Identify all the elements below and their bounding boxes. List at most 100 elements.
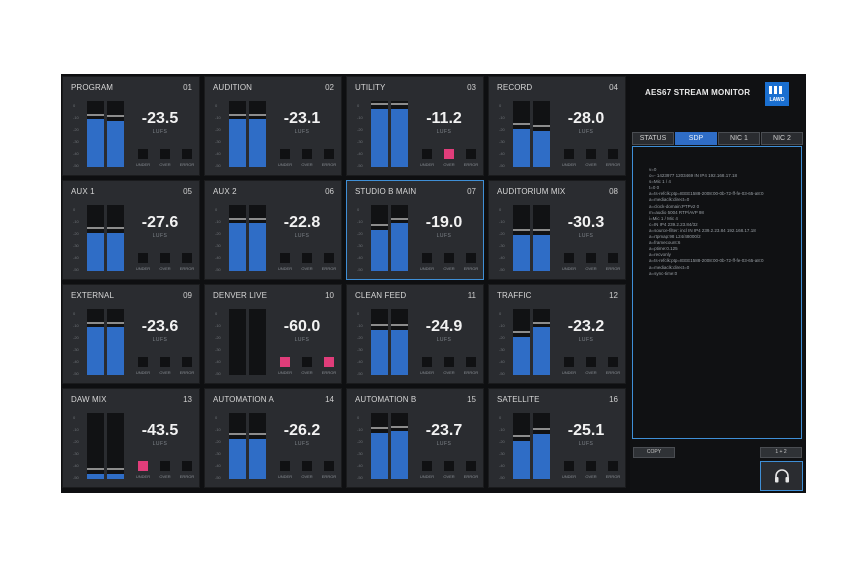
under-indicator-label: UNDER [419,370,435,375]
peak-hold-marker [513,330,530,333]
headphones-button[interactable] [760,461,803,491]
loudness-value: -24.9 [425,318,463,335]
error-indicator-label: ERROR [179,370,195,375]
loudness-unit: LUFS [578,441,594,447]
scale-tick-label: -40 [499,463,505,468]
peak-hold-marker [371,224,388,227]
peak-hold-marker [229,113,246,116]
error-indicator [466,149,476,159]
error-indicator [182,357,192,367]
meter-tile-program[interactable]: PROGRAM 01 0 -10 -20 -30 -40 -50 -23.5 LUFS UNDER O… [62,76,200,176]
scale-tick-label: -50 [357,371,363,376]
channel-select-button[interactable]: 1 + 2 [760,447,802,458]
meter-tile-external[interactable]: EXTERNAL 09 0 -10 -20 -30 -40 -50 -23.6 LUFS UNDER… [62,284,200,384]
over-indicator-label: OVER [301,370,313,375]
level-meter-fill [107,120,124,167]
error-indicator-label: ERROR [179,162,195,167]
level-meter-1 [229,101,246,167]
meter-tile-clean-feed[interactable]: CLEAN FEED 11 0 -10 -20 -30 -40 -50 -24.9 LUFS UND… [346,284,484,384]
level-meter-fill [371,330,388,375]
meter-tile-automation-b[interactable]: AUTOMATION B 15 0 -10 -20 -30 -40 -50 -23.7 LUFS U… [346,388,484,488]
level-meter-fill [391,431,408,479]
meter-scale: 0 -10 -20 -30 -40 -50 [215,103,223,168]
level-meter-fill [513,234,530,271]
under-indicator-label: UNDER [277,370,293,375]
level-meter-1 [371,101,388,167]
meter-tile-aux-1[interactable]: AUX 1 05 0 -10 -20 -30 -40 -50 -27.6 LUFS UNDER OVE… [62,180,200,280]
error-indicator [608,149,618,159]
over-indicator [444,253,454,263]
under-indicator-label: UNDER [419,474,435,479]
error-indicator [608,461,618,471]
peak-hold-marker [533,321,550,324]
copy-button[interactable]: COPY [633,447,675,458]
meter-tile-record[interactable]: RECORD 04 0 -10 -20 -30 -40 -50 -28.0 LUFS UNDER OV… [488,76,626,176]
meter-tile-aux-2[interactable]: AUX 2 06 0 -10 -20 -30 -40 -50 -22.8 LUFS UNDER OVE… [204,180,342,280]
meter-tile-utility[interactable]: UTILITY 03 0 -10 -20 -30 -40 -50 -11.2 LUFS UNDER O… [346,76,484,176]
meter-tile-auditorium-mix[interactable]: AUDITORIUM MIX 08 0 -10 -20 -30 -40 -50 -30.3 LUF… [488,180,626,280]
over-indicator-label: OVER [301,266,313,271]
tab-nic-1[interactable]: NIC 1 [718,132,760,145]
over-indicator-label: OVER [585,370,597,375]
meter-tile-traffic[interactable]: TRAFFIC 12 0 -10 -20 -30 -40 -50 -23.2 LUFS UNDER O… [488,284,626,384]
over-indicator [586,253,596,263]
under-indicator [422,253,432,263]
tile-name: DENVER LIVE [213,291,268,300]
over-indicator-label: OVER [443,162,455,167]
tab-nic-2[interactable]: NIC 2 [761,132,803,145]
scale-tick-label: -10 [499,115,505,120]
tab-status[interactable]: STATUS [632,132,674,145]
over-indicator-label: OVER [159,474,171,479]
sdp-text-area[interactable]: v=0 o=- 1423977 1203469 IN IP4 192.168.17… [632,146,802,439]
scale-tick-label: -20 [73,231,79,236]
scale-tick-label: -10 [357,323,363,328]
scale-tick-label: -30 [499,451,505,456]
peak-hold-marker [87,226,104,229]
scale-tick-label: -30 [73,347,79,352]
peak-hold-marker [249,217,266,220]
level-meter-1 [87,309,104,375]
tile-name: AUX 1 [71,187,95,196]
peak-hold-marker [87,467,104,470]
tile-name: SATELLITE [497,395,540,404]
meter-tile-studio-b-main[interactable]: STUDIO B MAIN 07 0 -10 -20 -30 -40 -50 -19.0 LUFS… [346,180,484,280]
level-meter-1 [87,413,104,479]
under-indicator [280,253,290,263]
peak-hold-marker [533,228,550,231]
scale-tick-label: 0 [73,103,76,108]
loudness-value: -30.3 [567,214,605,231]
over-indicator [444,149,454,159]
tile-name: RECORD [497,83,533,92]
scale-tick-label: -20 [499,439,505,444]
loudness-value: -27.6 [141,214,179,231]
tab-sdp[interactable]: SDP [675,132,717,145]
error-indicator [182,149,192,159]
scale-tick-label: 0 [215,311,218,316]
scale-tick-label: -40 [215,151,221,156]
scale-tick-label: -30 [357,243,363,248]
over-indicator [160,357,170,367]
meter-tile-automation-a[interactable]: AUTOMATION A 14 0 -10 -20 -30 -40 -50 -26.2 LUFS U… [204,388,342,488]
under-indicator [564,461,574,471]
scale-tick-label: -40 [215,359,221,364]
error-indicator-label: ERROR [463,370,479,375]
scale-tick-label: -50 [499,475,505,480]
under-indicator-label: UNDER [561,266,577,271]
peak-hold-marker [391,102,408,105]
meter-tile-satellite[interactable]: SATELLITE 16 0 -10 -20 -30 -40 -50 -25.1 LUFS UNDE… [488,388,626,488]
scale-tick-label: -20 [499,335,505,340]
error-indicator [182,253,192,263]
error-indicator [324,461,334,471]
meter-tile-daw-mix[interactable]: DAW MIX 13 0 -10 -20 -30 -40 -50 -43.5 LUFS UNDER O… [62,388,200,488]
under-indicator-label: UNDER [135,162,151,167]
loudness-value: -23.5 [141,110,179,127]
level-meter-2 [533,205,550,271]
tile-number: 04 [609,83,618,92]
tile-number: 08 [609,187,618,196]
scale-tick-label: -10 [73,323,79,328]
meter-tile-denver-live[interactable]: DENVER LIVE 10 0 -10 -20 -30 -40 -50 -60.0 LUFS UN… [204,284,342,384]
level-meter-fill [87,232,104,271]
meter-tile-audition[interactable]: AUDITION 02 0 -10 -20 -30 -40 -50 -23.1 LUFS UNDER… [204,76,342,176]
peak-hold-marker [371,102,388,105]
over-indicator-label: OVER [301,162,313,167]
